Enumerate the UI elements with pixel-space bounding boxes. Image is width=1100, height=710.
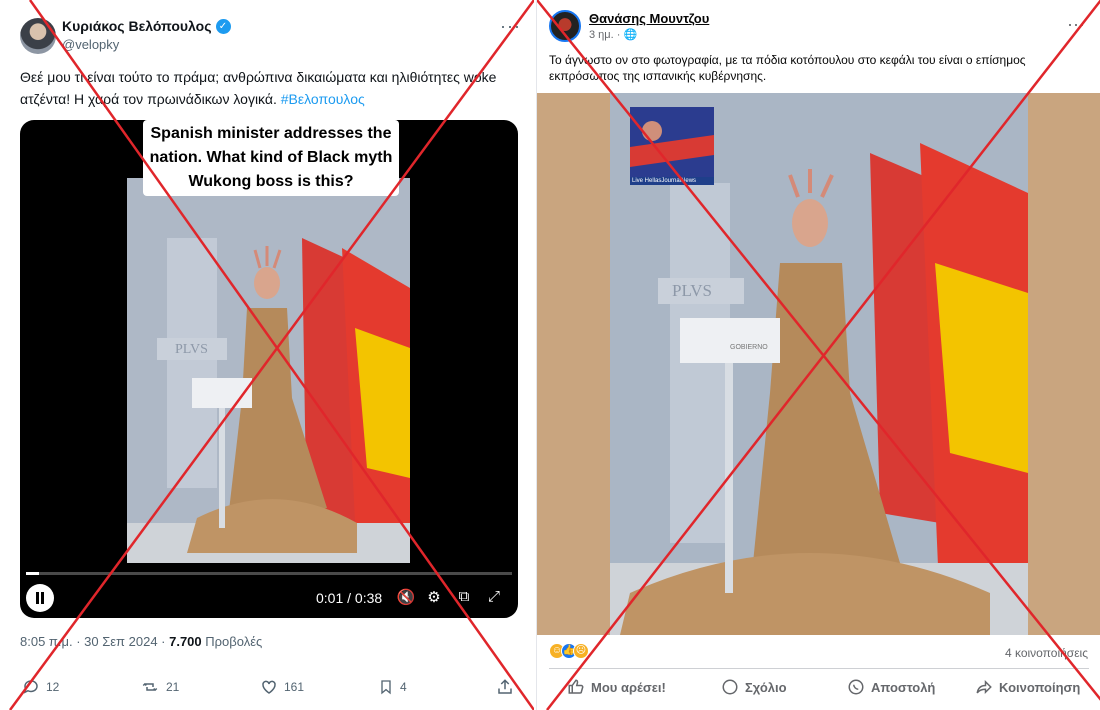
globe-icon: 🌐 (623, 29, 638, 41)
like-count: 161 (284, 680, 305, 694)
author-name[interactable]: Θανάσης Μουντζου (589, 11, 709, 26)
reply-icon (23, 680, 38, 694)
post-text: Θεέ μου τι είναι τούτο το πράμα; ανθρώπι… (20, 66, 520, 110)
video-caption: Spanish minister addresses the nation. W… (143, 120, 399, 196)
heart-icon (262, 680, 276, 694)
send-label: Αποστολή (871, 679, 936, 695)
verified-badge-icon: ✓ (215, 18, 231, 34)
views-count: 7.700 (169, 634, 202, 649)
post-actions-bar: 12 21 161 4 (20, 678, 520, 698)
author-name[interactable]: Κυριάκος Βελόπουλος (62, 18, 212, 34)
video-progress-fill (26, 572, 39, 575)
post-time-text: 3 ημ. · (589, 29, 624, 41)
send-button[interactable]: Αποστολή (847, 678, 935, 696)
like-button[interactable]: Μου αρέσει! (567, 678, 666, 696)
reply-button[interactable]: 12 (22, 678, 59, 696)
video-time: 0:01 / 0:38 (316, 590, 383, 606)
post-text: Το άγνωστο ον στο φωτογραφία, με τα πόδι… (549, 53, 1026, 83)
post-text-body: Θεέ μου τι είναι τούτο το πράμα; ανθρώπι… (20, 69, 497, 107)
svg-text:GOBIERNO: GOBIERNO (730, 344, 768, 351)
fullscreen-icon[interactable]: ⤢ (484, 588, 504, 605)
bookmark-icon (381, 680, 391, 695)
reactions-summary[interactable]: ☺ 👍 ☹ (549, 643, 589, 659)
repost-icon (142, 682, 158, 692)
pause-button[interactable] (26, 584, 54, 612)
mute-icon[interactable]: 🔇 (396, 588, 416, 606)
post-metadata: 8:05 π.μ. · 30 Σεπ 2024 · 7.700 Προβολές (20, 634, 262, 649)
comment-button[interactable]: Σχόλιο (721, 678, 787, 696)
author-handle[interactable]: @velopky (62, 37, 119, 52)
video-player[interactable]: PLVS Spanish minister addresses the nati… (20, 120, 518, 618)
comment-label: Σχόλιο (745, 679, 787, 695)
hashtag-link[interactable]: #Βελοπουλος (281, 91, 365, 107)
svg-text:PLVS: PLVS (672, 281, 712, 300)
video-progress-bar[interactable] (26, 572, 512, 575)
more-options-icon[interactable]: ··· (1067, 14, 1085, 35)
photo-image: PLVS GOBIERNO Live HellasJournalNews (610, 93, 1028, 635)
repost-count: 21 (166, 680, 180, 694)
like-button[interactable]: 161 (260, 678, 304, 696)
share-arrow-icon (976, 679, 992, 695)
wow-reaction-icon: ☹ (573, 643, 589, 659)
author-avatar[interactable] (20, 18, 56, 54)
more-options-icon[interactable]: ··· (500, 16, 521, 37)
news-thumbnail: Live HellasJournalNews (630, 107, 714, 185)
picture-in-picture-icon[interactable]: ⧉ (454, 588, 474, 605)
video-frame: PLVS (127, 178, 410, 563)
author-name-row[interactable]: Κυριάκος Βελόπουλος ✓ (62, 18, 231, 34)
post-photo[interactable]: PLVS GOBIERNO Live HellasJournalNews (537, 93, 1100, 635)
post-timestamp[interactable]: 8:05 π.μ. · 30 Σεπ 2024 · (20, 634, 169, 649)
whatsapp-icon (848, 679, 864, 695)
share-label: Κοινοποίηση (999, 679, 1081, 695)
video-scene-image: PLVS (127, 178, 410, 563)
repost-button[interactable]: 21 (140, 678, 179, 696)
bookmark-button[interactable]: 4 (378, 678, 407, 696)
author-avatar[interactable] (549, 10, 581, 42)
x-post: Κυριάκος Βελόπουλος ✓ @velopky ··· Θεέ μ… (0, 0, 534, 710)
settings-gear-icon[interactable]: ⚙ (424, 588, 444, 606)
post-actions-bar: Μου αρέσει! Σχόλιο Αποστολή Κοινοποίηση (537, 678, 1100, 700)
comment-icon (722, 679, 738, 695)
divider (549, 668, 1089, 669)
share-button[interactable]: Κοινοποίηση (975, 678, 1080, 696)
post-time[interactable]: 3 ημ. · 🌐 (589, 28, 637, 41)
news-thumbnail-label: Live HellasJournalNews (630, 177, 714, 185)
share-icon (498, 679, 512, 694)
share-button[interactable] (496, 678, 514, 696)
views-label: Προβολές (201, 634, 263, 649)
svg-text:PLVS: PLVS (175, 342, 208, 357)
facebook-post: Θανάσης Μουντζου 3 ημ. · 🌐 ··· Το άγνωστ… (536, 0, 1100, 710)
shares-count[interactable]: 4 κοινοποιήσεις (1005, 646, 1088, 660)
bookmark-count: 4 (400, 680, 407, 694)
thumbs-up-icon (568, 679, 584, 694)
like-label: Μου αρέσει! (591, 679, 666, 695)
reply-count: 12 (46, 680, 60, 694)
